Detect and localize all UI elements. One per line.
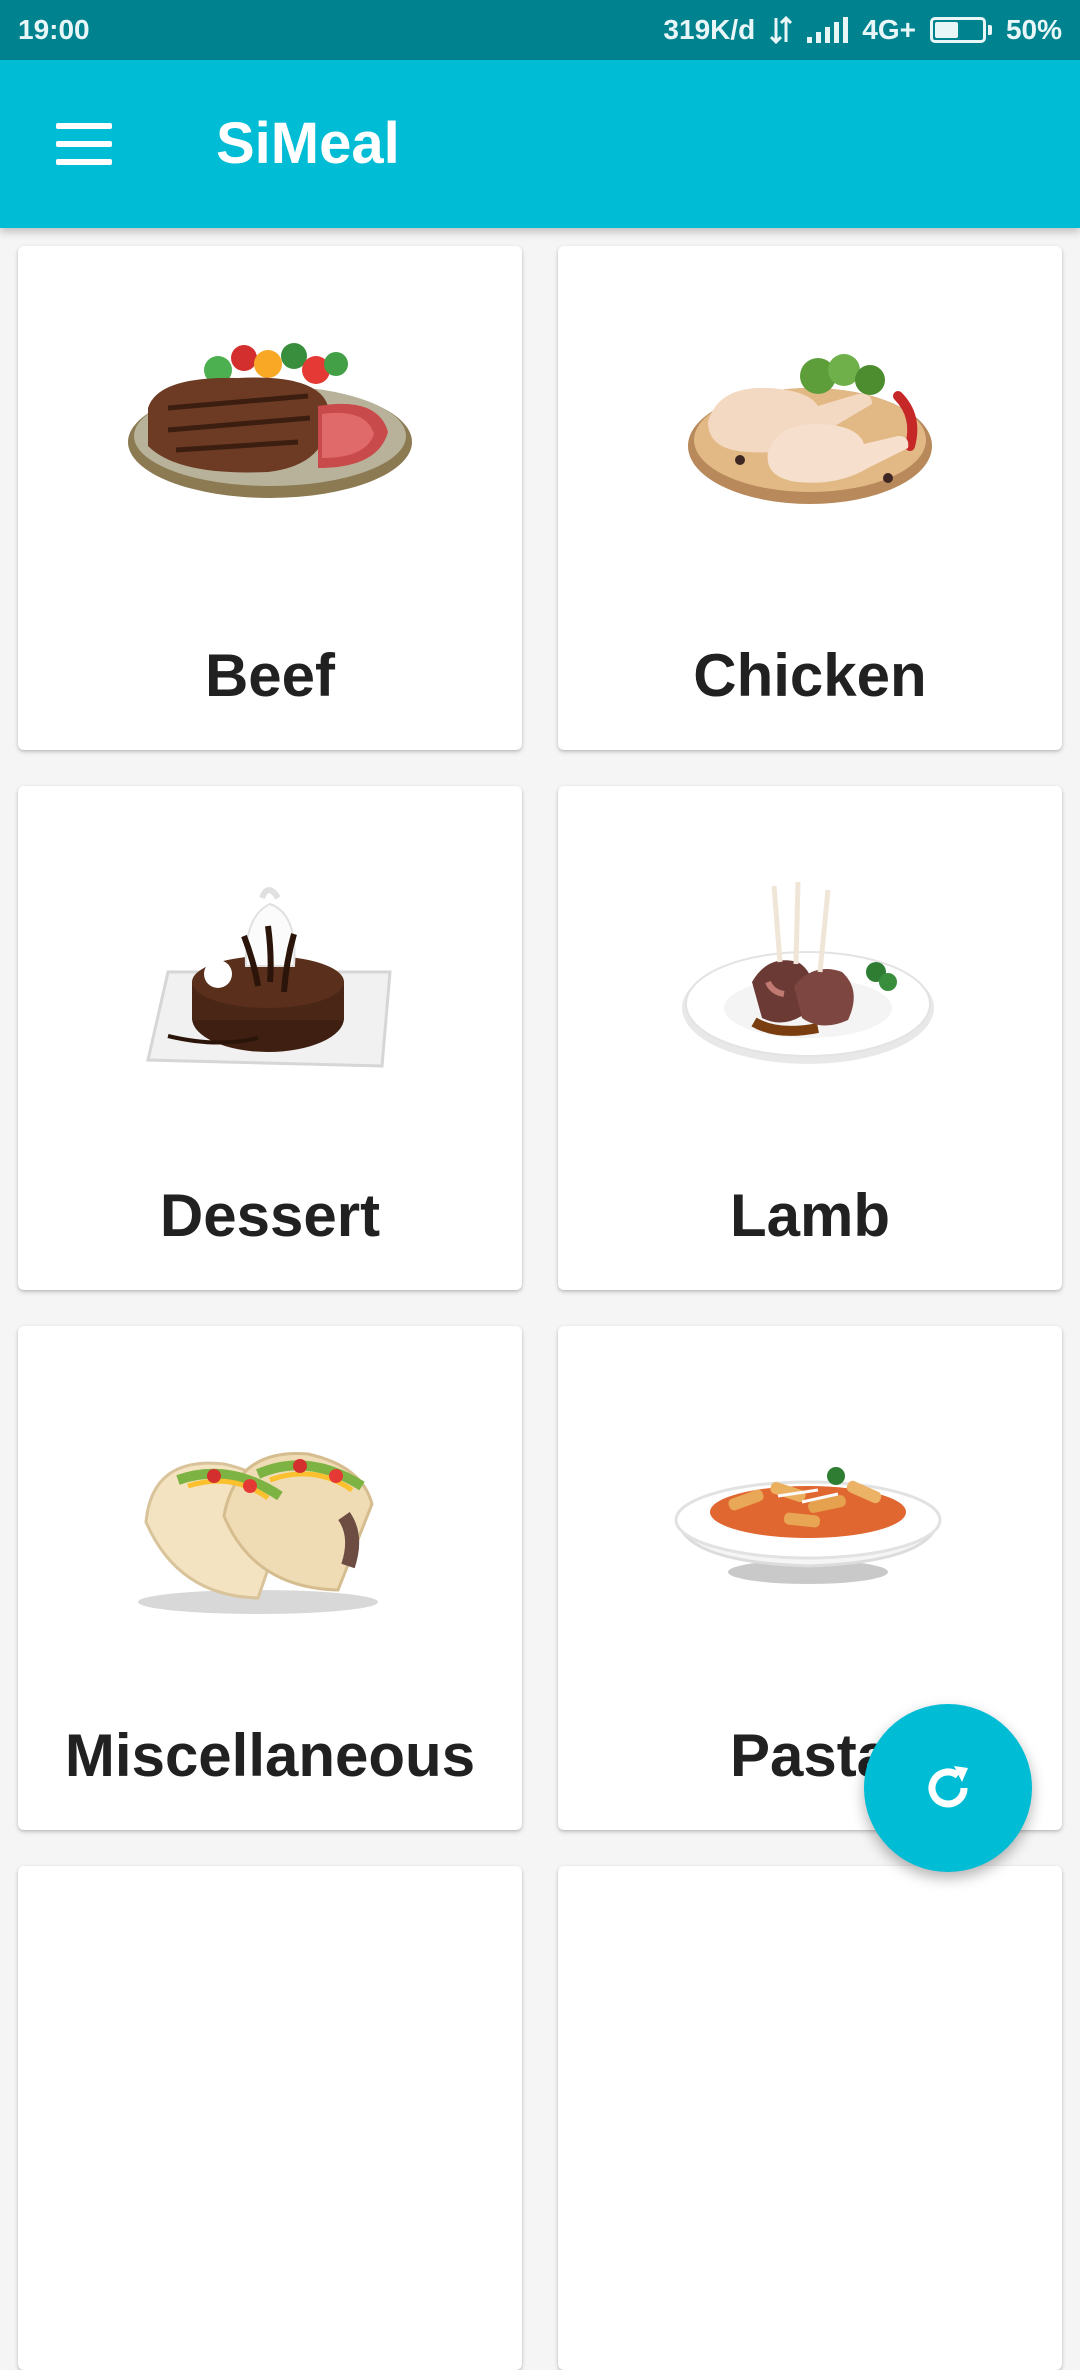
lamb-chops-image	[682, 881, 934, 1064]
category-card-beef[interactable]: Beef	[18, 246, 522, 750]
chocolate-dessert-image	[146, 887, 392, 1068]
menu-button[interactable]	[40, 104, 128, 184]
category-label: Beef	[204, 642, 336, 709]
category-label: Miscellaneous	[64, 1722, 476, 1789]
category-card-miscellaneous[interactable]: Miscellaneous	[18, 1326, 522, 1830]
category-label: Lamb	[729, 1182, 891, 1249]
app-bar: SiMeal	[0, 60, 1080, 228]
category-card-partial[interactable]	[18, 1866, 522, 2370]
refresh-fab[interactable]	[864, 1704, 1032, 1872]
category-card-lamb[interactable]: Lamb	[558, 786, 1062, 1290]
menu-icon	[56, 123, 112, 129]
tacos-image	[138, 1452, 378, 1614]
category-grid: Beef Chicken Dessert Lamb Miscellaneous …	[0, 0, 1080, 2370]
pasta-image	[674, 1467, 942, 1584]
category-card-dessert[interactable]: Dessert	[18, 786, 522, 1290]
category-card-chicken[interactable]: Chicken	[558, 246, 1062, 750]
category-label: Chicken	[693, 642, 927, 709]
raw-chicken-image	[688, 354, 932, 504]
app-title: SiMeal	[216, 111, 400, 176]
category-card-partial[interactable]	[558, 1866, 1062, 2370]
refresh-icon	[928, 1766, 968, 1808]
beef-steak-image	[128, 343, 412, 498]
category-label: Dessert	[159, 1182, 381, 1249]
